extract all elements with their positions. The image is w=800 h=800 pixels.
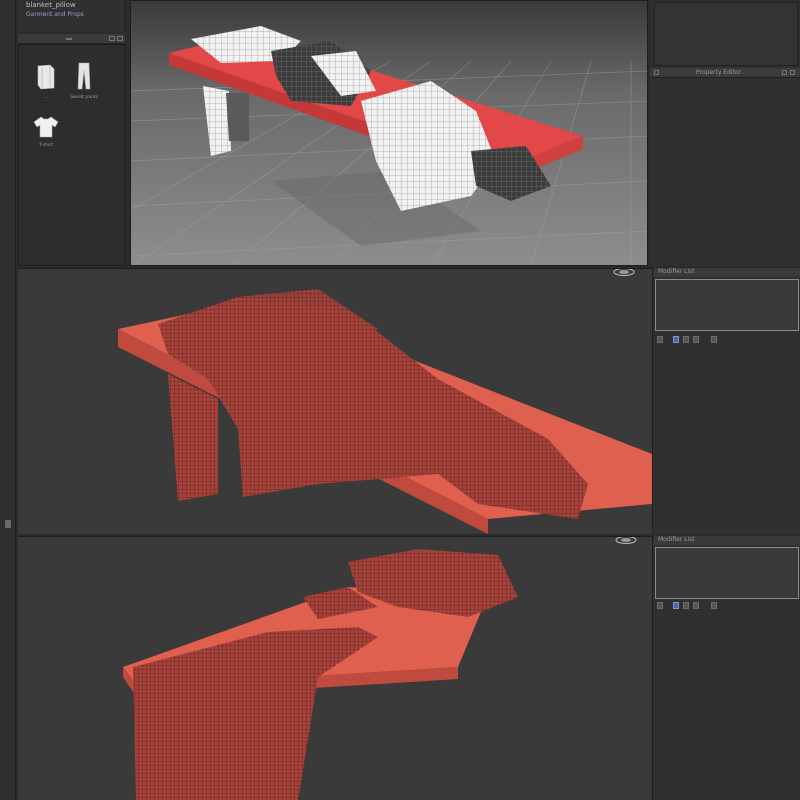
make-unique-icon[interactable] bbox=[683, 336, 689, 343]
library-item-grid: ... Sweat pants T-shirt bbox=[18, 44, 125, 266]
library-item-label: Sweat pants bbox=[70, 95, 98, 100]
modifier-panel-header: Modifier List bbox=[654, 536, 800, 545]
show-end-result-icon[interactable] bbox=[673, 602, 679, 609]
panel-expand-handle[interactable] bbox=[5, 520, 11, 528]
library-item-label: ... bbox=[43, 95, 49, 100]
modifier-panel-header: Modifier List bbox=[654, 268, 800, 277]
left-panel-strip bbox=[0, 0, 16, 800]
make-unique-icon[interactable] bbox=[683, 602, 689, 609]
library-link[interactable]: Garment and Props bbox=[26, 11, 84, 18]
pin-icon[interactable] bbox=[654, 70, 659, 75]
orbit-gizmo-icon[interactable] bbox=[614, 536, 638, 545]
library-item-label: T-shirt bbox=[38, 143, 54, 148]
remove-modifier-icon[interactable] bbox=[693, 336, 699, 343]
scene-render bbox=[118, 289, 652, 534]
orbit-gizmo-icon[interactable] bbox=[612, 268, 636, 277]
modifier-toolbar bbox=[655, 335, 725, 345]
remove-modifier-icon[interactable] bbox=[693, 602, 699, 609]
close-icon[interactable] bbox=[790, 70, 795, 75]
property-editor-body bbox=[650, 78, 800, 266]
library-toolbar bbox=[18, 34, 125, 44]
viewport-render-bottom[interactable] bbox=[18, 536, 652, 800]
library-header: blanket_pillow Garment and Props bbox=[18, 0, 125, 32]
close-icon[interactable] bbox=[117, 36, 123, 41]
viewport-render-middle[interactable] bbox=[18, 268, 652, 534]
modifier-list-label: Modifier List bbox=[658, 536, 695, 543]
pin-stack-icon[interactable] bbox=[657, 602, 663, 609]
modifier-stack-list[interactable] bbox=[655, 279, 799, 331]
restore-icon[interactable] bbox=[109, 36, 115, 41]
library-item-pants[interactable]: Sweat pants bbox=[69, 61, 99, 100]
scene-render bbox=[123, 549, 518, 800]
restore-icon[interactable] bbox=[782, 70, 787, 75]
viewport-perspective-top[interactable] bbox=[130, 0, 648, 266]
modifier-list-label: Modifier List bbox=[658, 268, 695, 275]
library-item-tshirt[interactable]: T-shirt bbox=[31, 115, 61, 148]
preview-area bbox=[654, 2, 798, 66]
blanket-icon bbox=[37, 64, 55, 90]
toolbar-grip-icon bbox=[66, 38, 72, 40]
library-path: blanket_pillow bbox=[26, 1, 76, 9]
modifier-stack-list[interactable] bbox=[655, 547, 799, 599]
property-editor-label: Property Editor bbox=[696, 69, 742, 76]
right-top-panel bbox=[650, 0, 800, 68]
library-item-blanket[interactable]: ... bbox=[31, 63, 61, 100]
configure-sets-icon[interactable] bbox=[711, 336, 717, 343]
property-editor-bar: Property Editor bbox=[650, 68, 800, 78]
tshirt-icon bbox=[33, 116, 59, 138]
configure-sets-icon[interactable] bbox=[711, 602, 717, 609]
pants-icon bbox=[77, 62, 91, 90]
scene-render bbox=[131, 26, 647, 265]
modifier-toolbar bbox=[655, 601, 725, 611]
show-end-result-icon[interactable] bbox=[673, 336, 679, 343]
pin-stack-icon[interactable] bbox=[657, 336, 663, 343]
